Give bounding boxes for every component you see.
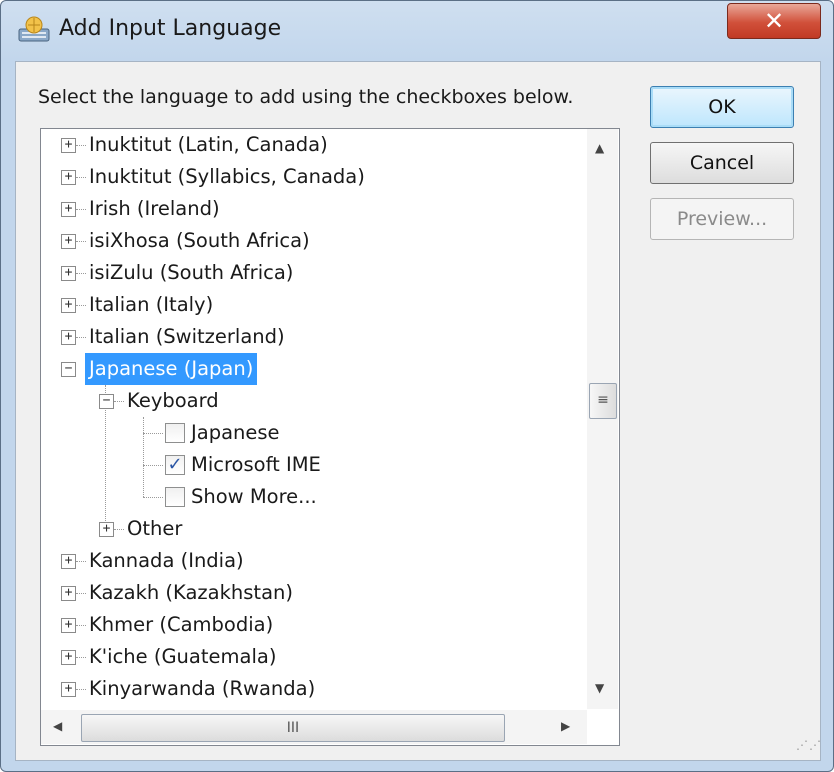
expand-icon[interactable]: + bbox=[61, 298, 76, 313]
keyboard-label: Keyboard bbox=[127, 389, 219, 412]
scroll-left-arrow-icon[interactable]: ◀ bbox=[53, 719, 62, 733]
checkmark-icon: ✓ bbox=[167, 454, 183, 475]
horizontal-scroll-thumb[interactable]: III bbox=[81, 714, 505, 742]
tree-item-label: Irish (Ireland) bbox=[89, 197, 220, 220]
tree-item-label: K'iche (Guatemala) bbox=[89, 645, 277, 668]
expand-icon[interactable]: + bbox=[61, 586, 76, 601]
tree-item-label: Italian (Italy) bbox=[89, 293, 214, 316]
preview-button[interactable]: Preview... bbox=[650, 198, 794, 240]
expand-icon[interactable]: + bbox=[61, 170, 76, 185]
tree-item-label: Inuktitut (Syllabics, Canada) bbox=[89, 165, 365, 188]
instructions-label: Select the language to add using the che… bbox=[38, 86, 574, 108]
scroll-right-arrow-icon[interactable]: ▶ bbox=[561, 719, 570, 733]
checkbox-japanese[interactable] bbox=[165, 423, 185, 443]
keyboard-option-label: Japanese bbox=[191, 421, 280, 444]
dialog-window: Add Input Language ✕ Select the language… bbox=[0, 0, 834, 772]
dialog-client-area: Select the language to add using the che… bbox=[15, 61, 821, 761]
vertical-scroll-thumb[interactable]: ≡ bbox=[589, 383, 617, 419]
close-button[interactable]: ✕ bbox=[727, 3, 821, 39]
expand-icon[interactable]: + bbox=[61, 330, 76, 345]
expand-icon[interactable]: + bbox=[61, 234, 76, 249]
tree-item-label: isiXhosa (South Africa) bbox=[89, 229, 310, 252]
tree-item-label: Inuktitut (Latin, Canada) bbox=[89, 133, 328, 156]
tree-item-label: isiZulu (South Africa) bbox=[89, 261, 294, 284]
language-tree[interactable]: + Inuktitut (Latin, Canada) + Inuktitut … bbox=[40, 128, 620, 746]
collapse-icon[interactable]: − bbox=[61, 362, 76, 377]
vertical-scrollbar[interactable]: ▲ ≡ ▼ bbox=[587, 129, 618, 709]
title-bar[interactable]: Add Input Language ✕ bbox=[1, 1, 833, 59]
scroll-down-arrow-icon[interactable]: ▼ bbox=[595, 681, 604, 695]
resize-grip-icon[interactable]: ⋰⋰ bbox=[796, 738, 822, 752]
cancel-button[interactable]: Cancel bbox=[650, 142, 794, 184]
keyboard-option-label: Show More... bbox=[191, 485, 317, 508]
tree-item-label: Italian (Switzerland) bbox=[89, 325, 285, 348]
expand-icon[interactable]: + bbox=[61, 650, 76, 665]
expand-icon[interactable]: + bbox=[61, 138, 76, 153]
tree-item-label: Khmer (Cambodia) bbox=[89, 613, 274, 636]
window-title: Add Input Language bbox=[59, 16, 282, 41]
close-icon: ✕ bbox=[763, 7, 785, 35]
tree-item-label: Kannada (India) bbox=[89, 549, 244, 572]
expand-icon[interactable]: + bbox=[99, 522, 114, 537]
expand-icon[interactable]: + bbox=[61, 682, 76, 697]
tree-item-label: Kazakh (Kazakhstan) bbox=[89, 581, 293, 604]
expand-icon[interactable]: + bbox=[61, 554, 76, 569]
selected-language-label: Japanese (Japan) bbox=[85, 353, 258, 385]
other-label: Other bbox=[127, 517, 183, 540]
scroll-up-arrow-icon[interactable]: ▲ bbox=[595, 141, 604, 155]
expand-icon[interactable]: + bbox=[61, 202, 76, 217]
keyboard-language-icon bbox=[18, 16, 50, 42]
collapse-icon[interactable]: − bbox=[99, 394, 114, 409]
expand-icon[interactable]: + bbox=[61, 266, 76, 281]
horizontal-scrollbar[interactable]: ◀ III ▶ bbox=[41, 710, 587, 744]
expand-icon[interactable]: + bbox=[61, 618, 76, 633]
checkbox-microsoft-ime[interactable]: ✓ bbox=[165, 455, 185, 475]
tree-item-label: Kinyarwanda (Rwanda) bbox=[89, 677, 316, 700]
checkbox-show-more[interactable] bbox=[165, 487, 185, 507]
keyboard-option-label: Microsoft IME bbox=[191, 453, 321, 476]
ok-button[interactable]: OK bbox=[650, 86, 794, 128]
